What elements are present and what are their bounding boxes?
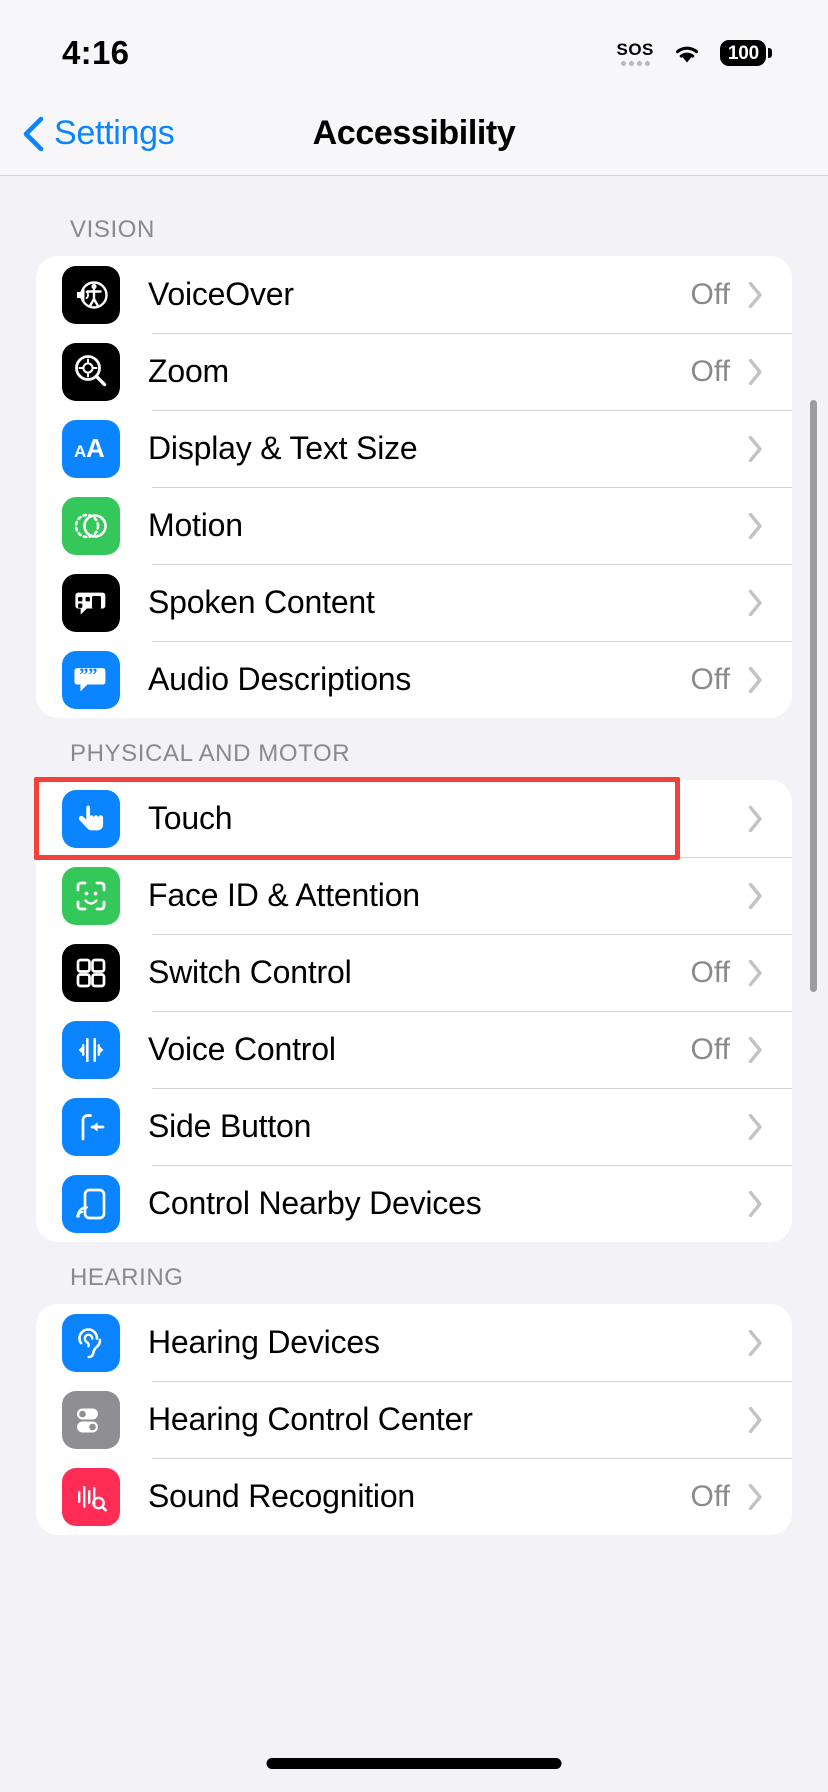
vertical-scrollbar[interactable] [810, 400, 817, 992]
settings-row-switch-control[interactable]: Switch Control Off [36, 934, 792, 1011]
settings-row-side-button[interactable]: Side Button [36, 1088, 792, 1165]
section-header: HEARING [70, 1264, 184, 1291]
settings-row-value: Off [690, 1479, 730, 1513]
settings-row-zoom[interactable]: Zoom Off [36, 333, 792, 410]
settings-row-control-nearby-devices[interactable]: Control Nearby Devices [36, 1165, 792, 1242]
settings-row-label: Spoken Content [148, 584, 375, 620]
svg-text:A: A [74, 442, 86, 461]
settings-row-label: Zoom [148, 353, 229, 389]
settings-row-label: Display & Text Size [148, 430, 418, 466]
motion-icon [62, 496, 120, 555]
settings-row-label: Control Nearby Devices [148, 1185, 482, 1221]
zoom-magnifier-icon [62, 342, 120, 401]
text-size-icon: A A [62, 419, 120, 478]
svg-text:”: ” [88, 665, 98, 686]
settings-row-voiceover[interactable]: VoiceOver Off [36, 256, 792, 333]
sound-recognition-icon [62, 1467, 120, 1526]
settings-row-voice-control[interactable]: Voice Control Off [36, 1011, 792, 1088]
settings-row-touch[interactable]: Touch [36, 780, 792, 857]
switch-control-icon [62, 943, 120, 1002]
voiceover-icon [62, 265, 120, 324]
side-button-icon [62, 1097, 120, 1156]
status-bar-clock: 4:16 [62, 34, 130, 71]
chevron-right-icon [748, 589, 764, 617]
chevron-right-icon [748, 512, 764, 540]
settings-row-label: Face ID & Attention [148, 877, 420, 913]
chevron-right-icon [748, 281, 764, 309]
audio-description-icon: ”” [62, 650, 120, 709]
status-bar: 4:16 SOS 100 [0, 0, 828, 92]
settings-row-value: Off [690, 277, 730, 311]
settings-row-label: VoiceOver [148, 276, 294, 312]
settings-row-audio-descriptions[interactable]: ”” Audio Descriptions Off [36, 641, 792, 718]
settings-row-label: Voice Control [148, 1031, 336, 1067]
section-header: VISION [70, 216, 155, 243]
settings-row-label: Motion [148, 507, 243, 543]
chevron-right-icon [748, 1483, 764, 1511]
svg-text:A: A [86, 433, 105, 463]
back-button[interactable]: Settings [0, 114, 175, 153]
voice-control-icon [62, 1020, 120, 1079]
wifi-icon [671, 41, 703, 65]
toggles-icon [62, 1390, 120, 1449]
chevron-right-icon [748, 959, 764, 987]
iphone-screen: 4:16 SOS 100 Settings Accessibility VISI… [0, 0, 828, 1792]
chevron-right-icon [748, 1406, 764, 1434]
chevron-right-icon [748, 435, 764, 463]
settings-row-value: Off [690, 662, 730, 696]
touch-hand-icon [62, 789, 120, 848]
settings-row-label: Sound Recognition [148, 1478, 416, 1514]
settings-row-label: Audio Descriptions [148, 661, 412, 697]
spoken-content-icon [62, 573, 120, 632]
sos-icon: SOS [616, 41, 653, 66]
chevron-right-icon [748, 805, 764, 833]
chevron-right-icon [748, 1329, 764, 1357]
settings-row-sound-recognition[interactable]: Sound Recognition Off [36, 1458, 792, 1535]
nearby-devices-icon [62, 1174, 120, 1233]
battery-icon: 100 [719, 40, 772, 66]
chevron-left-icon [22, 116, 44, 152]
settings-group: Hearing Devices Hearing Control Center S… [36, 1304, 792, 1535]
section-header: PHYSICAL AND MOTOR [70, 740, 351, 767]
navigation-bar: Settings Accessibility [0, 92, 828, 176]
ear-icon [62, 1313, 120, 1372]
settings-row-hearing-devices[interactable]: Hearing Devices [36, 1304, 792, 1381]
status-bar-indicators: SOS 100 [616, 26, 772, 66]
settings-row-hearing-control-center[interactable]: Hearing Control Center [36, 1381, 792, 1458]
settings-group: Touch Face ID & Attention Switch Control… [36, 780, 792, 1242]
settings-row-label: Hearing Control Center [148, 1401, 473, 1437]
settings-row-display-text-size[interactable]: A A Display & Text Size [36, 410, 792, 487]
settings-row-spoken-content[interactable]: Spoken Content [36, 564, 792, 641]
chevron-right-icon [748, 1113, 764, 1141]
settings-group: VoiceOver Off Zoom Off A A Display & Text … [36, 256, 792, 718]
settings-row-label: Hearing Devices [148, 1324, 380, 1360]
settings-list[interactable]: VISION VoiceOver Off Zoom Off A A Display … [0, 176, 828, 1792]
settings-row-label: Side Button [148, 1108, 312, 1144]
chevron-right-icon [748, 1190, 764, 1218]
home-indicator [266, 1758, 562, 1769]
chevron-right-icon [748, 882, 764, 910]
chevron-right-icon [748, 1036, 764, 1064]
settings-row-value: Off [690, 354, 730, 388]
settings-row-label: Touch [148, 800, 233, 836]
settings-row-value: Off [690, 955, 730, 989]
chevron-right-icon [748, 358, 764, 386]
face-id-icon [62, 866, 120, 925]
chevron-right-icon [748, 666, 764, 694]
settings-row-value: Off [690, 1032, 730, 1066]
settings-row-label: Switch Control [148, 954, 352, 990]
back-button-label: Settings [54, 114, 175, 152]
settings-row-motion[interactable]: Motion [36, 487, 792, 564]
settings-row-face-id-attention[interactable]: Face ID & Attention [36, 857, 792, 934]
